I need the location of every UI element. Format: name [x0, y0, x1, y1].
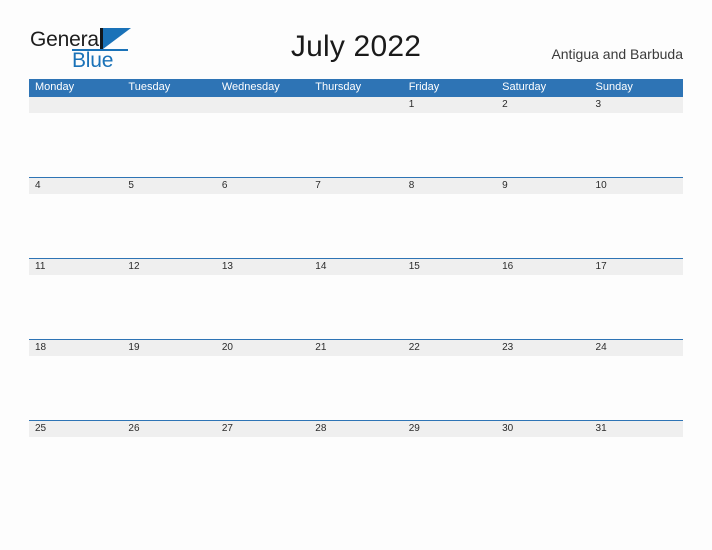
day-cell[interactable] [496, 113, 589, 177]
day-number[interactable]: 21 [309, 340, 402, 356]
week-note-area [29, 113, 683, 177]
day-number[interactable]: 22 [403, 340, 496, 356]
day-cell[interactable] [403, 275, 496, 339]
day-number[interactable]: 8 [403, 178, 496, 194]
day-number[interactable]: 11 [29, 259, 122, 275]
day-number[interactable]: 24 [590, 340, 683, 356]
day-cell[interactable] [590, 275, 683, 339]
day-cell[interactable] [309, 113, 402, 177]
day-cell[interactable] [122, 437, 215, 501]
calendar-week-row: 4 5 6 7 8 9 10 [29, 177, 683, 258]
weekday-header-row: Monday Tuesday Wednesday Thursday Friday… [29, 79, 683, 96]
week-note-area [29, 194, 683, 258]
weekday-tuesday: Tuesday [128, 81, 171, 93]
day-cell[interactable] [29, 113, 122, 177]
day-cell[interactable] [29, 194, 122, 258]
day-number[interactable]: 4 [29, 178, 122, 194]
day-cell[interactable] [122, 275, 215, 339]
day-cell[interactable] [496, 356, 589, 420]
day-cell[interactable] [29, 275, 122, 339]
day-cell[interactable] [496, 275, 589, 339]
day-number[interactable]: 15 [403, 259, 496, 275]
day-number[interactable]: 13 [216, 259, 309, 275]
day-cell[interactable] [403, 194, 496, 258]
day-number[interactable]: 5 [122, 178, 215, 194]
day-number[interactable]: 25 [29, 421, 122, 437]
day-cell[interactable] [590, 437, 683, 501]
day-cell[interactable] [309, 194, 402, 258]
day-number[interactable]: 28 [309, 421, 402, 437]
day-cell[interactable] [309, 356, 402, 420]
day-number[interactable]: 19 [122, 340, 215, 356]
day-number[interactable] [122, 97, 215, 113]
day-cell[interactable] [122, 194, 215, 258]
day-cell[interactable] [309, 275, 402, 339]
day-number[interactable] [29, 97, 122, 113]
day-cell[interactable] [216, 437, 309, 501]
day-cell[interactable] [29, 437, 122, 501]
calendar-week-row: 1 2 3 [29, 96, 683, 177]
week-date-band: 4 5 6 7 8 9 10 [29, 177, 683, 194]
day-cell[interactable] [496, 437, 589, 501]
day-number[interactable]: 9 [496, 178, 589, 194]
day-cell[interactable] [403, 437, 496, 501]
calendar-grid: Monday Tuesday Wednesday Thursday Friday… [29, 79, 683, 501]
week-date-band: 1 2 3 [29, 96, 683, 113]
weekday-friday: Friday [408, 81, 440, 93]
weekday-monday: Monday [35, 81, 75, 93]
day-cell[interactable] [216, 194, 309, 258]
day-cell[interactable] [216, 275, 309, 339]
day-number[interactable]: 1 [403, 97, 496, 113]
day-number[interactable]: 30 [496, 421, 589, 437]
day-number[interactable]: 31 [590, 421, 683, 437]
day-number[interactable]: 20 [216, 340, 309, 356]
day-number[interactable]: 7 [309, 178, 402, 194]
weekday-saturday: Saturday [502, 81, 547, 93]
day-number[interactable]: 16 [496, 259, 589, 275]
day-cell[interactable] [496, 194, 589, 258]
calendar-week-row: 25 26 27 28 29 30 31 [29, 420, 683, 501]
day-cell[interactable] [216, 356, 309, 420]
day-cell[interactable] [122, 356, 215, 420]
day-number[interactable]: 17 [590, 259, 683, 275]
day-number[interactable]: 3 [590, 97, 683, 113]
day-cell[interactable] [403, 356, 496, 420]
day-cell[interactable] [590, 113, 683, 177]
weekday-thursday: Thursday [315, 81, 362, 93]
week-note-area [29, 437, 683, 501]
calendar-week-row: 18 19 20 21 22 23 24 [29, 339, 683, 420]
day-number[interactable]: 6 [216, 178, 309, 194]
day-cell[interactable] [590, 194, 683, 258]
day-number[interactable]: 12 [122, 259, 215, 275]
day-number[interactable]: 26 [122, 421, 215, 437]
day-number[interactable] [216, 97, 309, 113]
weekday-sunday: Sunday [595, 81, 633, 93]
day-number[interactable] [309, 97, 402, 113]
page-header: General Blue July 2022 Antigua and Barbu… [0, 0, 712, 78]
day-number[interactable]: 2 [496, 97, 589, 113]
day-number[interactable]: 14 [309, 259, 402, 275]
day-number[interactable]: 18 [29, 340, 122, 356]
weekday-wednesday: Wednesday [221, 81, 280, 93]
day-cell[interactable] [122, 113, 215, 177]
week-date-band: 11 12 13 14 15 16 17 [29, 258, 683, 275]
day-cell[interactable] [590, 356, 683, 420]
day-cell[interactable] [403, 113, 496, 177]
week-date-band: 18 19 20 21 22 23 24 [29, 339, 683, 356]
day-number[interactable]: 27 [216, 421, 309, 437]
day-cell[interactable] [309, 437, 402, 501]
day-number[interactable]: 10 [590, 178, 683, 194]
day-number[interactable]: 29 [403, 421, 496, 437]
calendar-week-row: 11 12 13 14 15 16 17 [29, 258, 683, 339]
week-note-area [29, 356, 683, 420]
day-number[interactable]: 23 [496, 340, 589, 356]
locale-label: Antigua and Barbuda [551, 46, 683, 62]
day-cell[interactable] [216, 113, 309, 177]
week-date-band: 25 26 27 28 29 30 31 [29, 420, 683, 437]
day-cell[interactable] [29, 356, 122, 420]
calendar-page: General Blue July 2022 Antigua and Barbu… [0, 0, 712, 550]
week-note-area [29, 275, 683, 339]
